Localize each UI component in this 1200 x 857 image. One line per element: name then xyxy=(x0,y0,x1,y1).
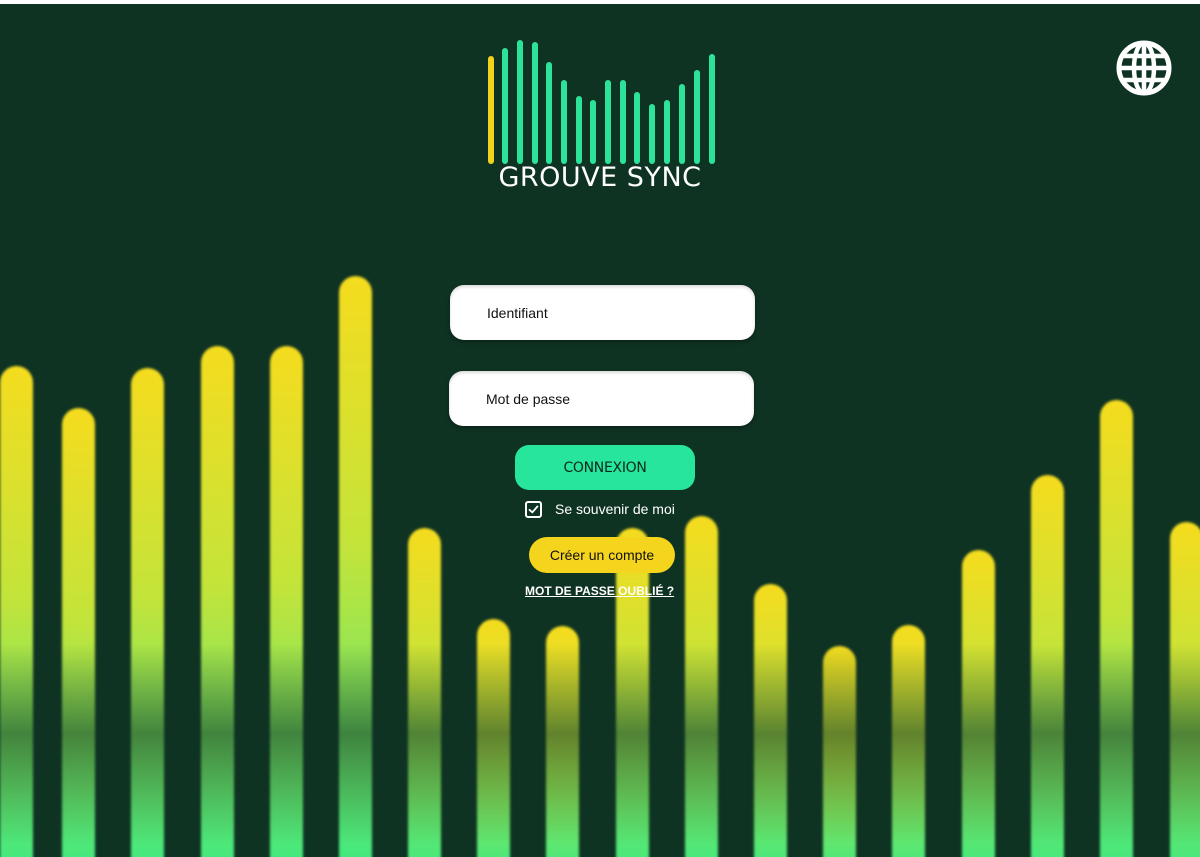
logo-bar xyxy=(634,92,640,164)
logo-bar xyxy=(649,104,655,164)
logo-bar xyxy=(709,54,715,164)
logo-bar xyxy=(664,100,670,164)
equalizer-bar xyxy=(0,366,33,857)
equalizer-bar xyxy=(546,626,579,857)
logo-bar xyxy=(694,70,700,164)
equalizer-bar xyxy=(616,528,649,857)
forgot-password-link[interactable]: MOT DE PASSE OUBLIÉ ? xyxy=(525,584,685,598)
equalizer-bar xyxy=(408,528,441,857)
remember-me-checkbox[interactable] xyxy=(525,500,542,518)
password-placeholder: Mot de passe xyxy=(486,390,571,407)
equalizer-bar xyxy=(892,625,925,857)
username-placeholder: Identifiant xyxy=(487,304,548,321)
app-logo: GROUVE SYNC xyxy=(480,36,725,196)
equalizer-bar xyxy=(477,619,510,857)
create-account-button[interactable]: Créer un compte xyxy=(529,537,675,573)
app-name: GROUVE SYNC xyxy=(498,162,702,193)
password-field[interactable]: Mot de passe xyxy=(449,371,754,426)
username-field[interactable]: Identifiant xyxy=(450,285,755,340)
logo-bar xyxy=(605,80,611,164)
logo-bar xyxy=(546,62,552,164)
remember-me-label: Se souvenir de moi xyxy=(555,501,675,517)
logo-bar xyxy=(590,100,596,164)
equalizer-bar xyxy=(201,346,234,857)
logo-bar xyxy=(517,40,523,164)
equalizer-bar xyxy=(685,516,718,857)
logo-bar xyxy=(576,96,582,164)
equalizer-bar xyxy=(962,550,995,857)
equalizer-bar xyxy=(131,368,164,857)
language-button[interactable] xyxy=(1115,39,1173,97)
logo-bar xyxy=(488,56,494,164)
equalizer-bar xyxy=(270,346,303,857)
logo-bar xyxy=(502,48,508,164)
checkmark-icon xyxy=(528,505,539,513)
remember-me-option[interactable]: Se souvenir de moi xyxy=(525,498,675,520)
equalizer-bar xyxy=(823,646,856,857)
equalizer-bar xyxy=(1170,522,1200,857)
login-button[interactable]: CONNEXION xyxy=(515,445,695,490)
equalizer-bar xyxy=(1100,400,1133,857)
logo-bar xyxy=(532,42,538,164)
logo-bar xyxy=(679,84,685,164)
login-screen: GROUVE SYNC Identifiant Mot de passe CON… xyxy=(0,4,1200,857)
equalizer-bar xyxy=(339,276,372,857)
equalizer-bar xyxy=(754,584,787,857)
logo-bar xyxy=(620,80,626,164)
logo-bar xyxy=(561,80,567,164)
globe-icon xyxy=(1116,40,1172,96)
equalizer-bar xyxy=(62,408,95,857)
equalizer-bar xyxy=(1031,475,1064,857)
